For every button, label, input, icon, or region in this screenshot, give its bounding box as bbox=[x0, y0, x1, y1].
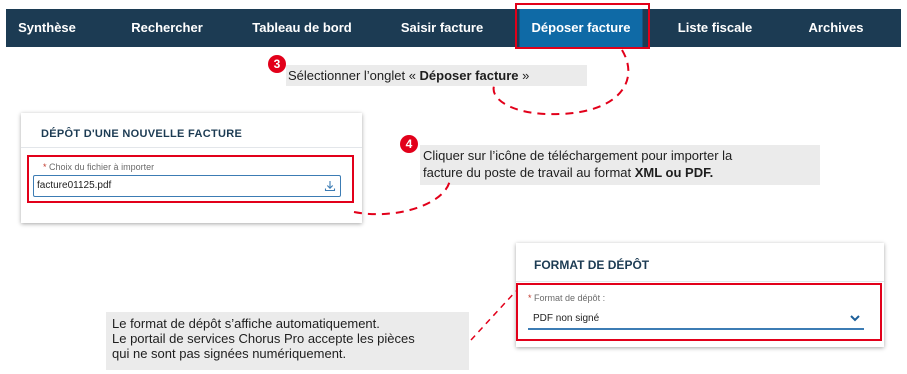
info-line-1: Le format de dépôt s’affiche automatique… bbox=[112, 316, 380, 331]
main-navbar: Synthèse Rechercher Tableau de bord Sais… bbox=[6, 9, 901, 47]
upload-panel-title: Dépôt d'une nouvelle facture bbox=[41, 128, 243, 140]
format-info-box: Le format de dépôt s’affiche automatique… bbox=[106, 312, 469, 370]
format-connector bbox=[470, 290, 517, 341]
step-3-badge: 3 bbox=[268, 55, 286, 73]
tab-rechercher[interactable]: Rechercher bbox=[131, 9, 203, 47]
tab-saisir-facture[interactable]: Saisir facture bbox=[401, 9, 483, 47]
step-4-callout: Cliquer sur l’icône de téléchargement po… bbox=[420, 145, 820, 185]
step-4-line-2-bold: XML ou PDF. bbox=[634, 165, 714, 180]
tab-synthese[interactable]: Synthèse bbox=[18, 9, 76, 47]
tab-archives[interactable]: Archives bbox=[809, 9, 864, 47]
format-field-highlight bbox=[516, 283, 882, 341]
step-3-callout: Sélectionner l’onglet « Déposer facture … bbox=[286, 65, 587, 86]
step-4-connector bbox=[353, 179, 451, 216]
step-3-text-bold: Déposer facture bbox=[419, 68, 519, 83]
step-4-badge: 4 bbox=[400, 135, 418, 153]
info-line-2: Le portail de services Chorus Pro accept… bbox=[112, 331, 415, 346]
upload-field-highlight bbox=[27, 155, 354, 203]
step-4-line-2: facture du poste de travail au format XM… bbox=[423, 164, 820, 181]
format-panel-title: Format de dépôt bbox=[534, 258, 650, 272]
info-line-3: qui ne sont pas signées numériquement. bbox=[112, 346, 347, 361]
step-4-line-2-text: facture du poste de travail au format bbox=[423, 165, 635, 180]
active-tab-highlight bbox=[515, 3, 650, 49]
upload-panel-divider bbox=[21, 147, 362, 148]
step-3-text-before: Sélectionner l’onglet « bbox=[288, 68, 420, 83]
tab-liste-fiscale[interactable]: Liste fiscale bbox=[678, 9, 752, 47]
format-panel-divider bbox=[516, 281, 884, 282]
step-3-text-after: » bbox=[518, 68, 530, 83]
tab-tableau-de-bord[interactable]: Tableau de bord bbox=[252, 9, 351, 47]
step-4-line-1: Cliquer sur l’icône de téléchargement po… bbox=[423, 148, 733, 163]
